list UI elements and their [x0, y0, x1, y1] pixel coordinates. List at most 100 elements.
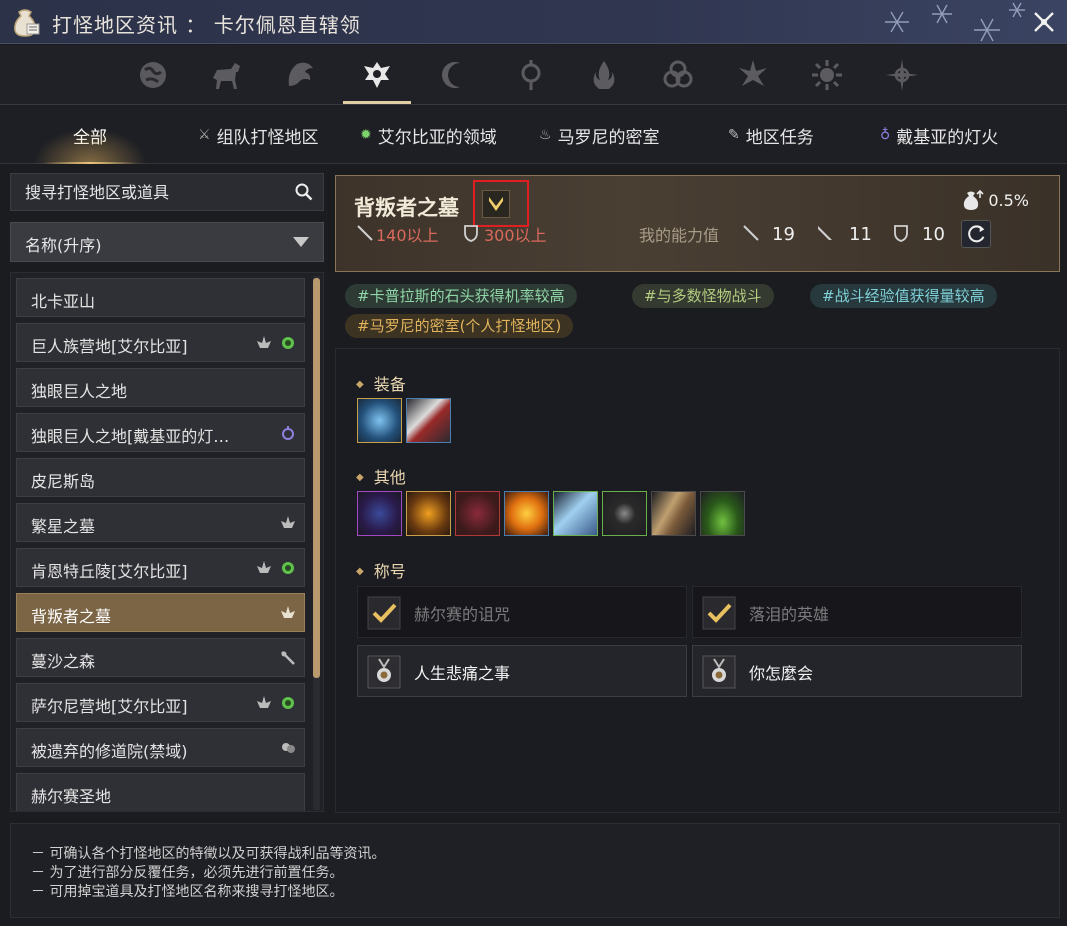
- party-icon: ⚔: [198, 127, 211, 143]
- list-item-label: 独眼巨人之地[戴基亚的灯…: [31, 427, 230, 446]
- lantern-icon: [282, 426, 294, 440]
- close-icon[interactable]: [1031, 9, 1057, 35]
- tab-label: 戴基亚的灯火: [896, 127, 999, 148]
- list-item[interactable]: 赫尔赛圣地: [16, 773, 305, 811]
- list-item[interactable]: 蔓沙之森: [16, 638, 305, 677]
- awakening-icon: [818, 226, 832, 240]
- feature-tag: #马罗尼的密室(个人打怪地区): [345, 314, 574, 338]
- list-item[interactable]: 肯恩特丘陵[艾尔比亚]: [16, 548, 305, 587]
- title-item-completed[interactable]: 赫尔赛的诅咒: [357, 586, 687, 638]
- my-ap: 19: [772, 224, 795, 245]
- item-slot[interactable]: [357, 398, 402, 443]
- item-slot[interactable]: [651, 491, 696, 536]
- feature-tag: #与多数怪物战斗: [632, 284, 774, 308]
- item-slot[interactable]: [553, 491, 598, 536]
- required-ap: 140以上: [376, 226, 439, 245]
- beast-icon[interactable]: [278, 53, 322, 97]
- marni-icon: [257, 696, 271, 708]
- elvia-icon: [282, 337, 294, 349]
- tab-party-zones[interactable]: ⚔ 组队打怪地区: [198, 106, 319, 164]
- star-icon[interactable]: [731, 53, 775, 97]
- list-item[interactable]: 萨尔尼营地[艾尔比亚]: [16, 683, 305, 722]
- search-icon[interactable]: [295, 183, 313, 201]
- tab-elvia[interactable]: ✹ 艾尔比亚的领域: [360, 106, 497, 164]
- lantern-icon: ♁: [880, 127, 891, 143]
- quest-icon: ✎: [728, 127, 740, 143]
- list-item[interactable]: 独眼巨人之地: [16, 368, 305, 407]
- list-item[interactable]: 巨人族营地[艾尔比亚]: [16, 323, 305, 362]
- crest-icon[interactable]: [343, 53, 411, 104]
- knot-icon[interactable]: [656, 53, 700, 97]
- feature-tag: #卡普拉斯的石头获得机率较高: [345, 284, 577, 308]
- highlight-box: [473, 180, 529, 227]
- list-item-label: 繁星之墓: [31, 517, 96, 536]
- tab-quests[interactable]: ✎ 地区任务: [728, 106, 814, 164]
- title-bar: 打怪地区资讯 ： 卡尔佩恩直辖领: [0, 0, 1067, 44]
- scrollbar[interactable]: [313, 276, 320, 810]
- list-item[interactable]: 繁星之墓: [16, 503, 305, 542]
- item-slot[interactable]: [455, 491, 500, 536]
- search-input[interactable]: [11, 174, 291, 210]
- sword-icon: [357, 225, 373, 241]
- marni-icon: [257, 336, 271, 348]
- tab-label: 马罗尼的密室: [557, 127, 660, 148]
- flame-icon[interactable]: [582, 53, 626, 97]
- zone-banner: 背叛者之墓 140以上 300以上 我的能力值 19 11 10 0.5%: [335, 175, 1060, 272]
- title-item[interactable]: 人生悲痛之事: [357, 645, 687, 697]
- tab-label: 地区任务: [745, 127, 814, 148]
- item-slot[interactable]: [357, 491, 402, 536]
- tab-lantern[interactable]: ♁ 戴基亚的灯火: [880, 106, 998, 164]
- refresh-icon: [968, 225, 985, 243]
- list-item-label: 巨人族营地[艾尔比亚]: [31, 337, 188, 356]
- category-icon-bar: [0, 45, 1067, 105]
- title-item[interactable]: 你怎麼会: [692, 645, 1022, 697]
- title-item-completed[interactable]: 落泪的英雄: [692, 586, 1022, 638]
- medal-icon: [702, 655, 736, 689]
- info-line: － 可确认各个打怪地区的特徵以及可获得战利品等资讯。: [31, 846, 386, 862]
- list-item[interactable]: 被遗弃的修道院(禁域): [16, 728, 305, 767]
- window-title: 打怪地区资讯 ： 卡尔佩恩直辖领: [52, 13, 361, 37]
- elvia-icon: ✹: [360, 127, 372, 143]
- item-slot[interactable]: [406, 398, 451, 443]
- item-slot[interactable]: [700, 491, 745, 536]
- checkmark-icon: [367, 596, 401, 630]
- list-item-label: 肯恩特丘陵[艾尔比亚]: [31, 562, 188, 581]
- marni-icon: [281, 516, 295, 528]
- title-name: 人生悲痛之事: [414, 664, 511, 683]
- shield-icon: [464, 225, 478, 242]
- tab-all[interactable]: 全部: [33, 106, 147, 164]
- chevron-down-icon: [293, 237, 309, 247]
- sun-icon[interactable]: [805, 53, 849, 97]
- quest-icon: [281, 651, 295, 665]
- title-name: 赫尔赛的诅咒: [414, 605, 511, 624]
- section-other: 其他: [356, 464, 406, 488]
- pouch-icon: [14, 9, 40, 37]
- item-slot[interactable]: [406, 491, 451, 536]
- info-line: － 可用掉宝道具及打怪地区名称来搜寻打怪地区。: [31, 884, 344, 900]
- list-item-selected[interactable]: 背叛者之墓: [16, 593, 305, 632]
- list-item[interactable]: 北卡亚山: [16, 278, 305, 317]
- tab-label: 组队打怪地区: [216, 127, 319, 148]
- list-item-label: 独眼巨人之地: [31, 382, 128, 401]
- list-item[interactable]: 皮尼斯岛: [16, 458, 305, 497]
- checkmark-icon: [702, 596, 736, 630]
- list-item[interactable]: 独眼巨人之地[戴基亚的灯…: [16, 413, 305, 452]
- item-slot[interactable]: [602, 491, 647, 536]
- scrollbar-thumb[interactable]: [313, 278, 320, 678]
- medal-icon: [367, 655, 401, 689]
- globe-icon[interactable]: [131, 53, 175, 97]
- horse-icon[interactable]: [204, 53, 248, 97]
- title-name: 落泪的英雄: [749, 605, 830, 624]
- refresh-button[interactable]: [961, 220, 991, 248]
- compass-icon[interactable]: [880, 53, 924, 97]
- sort-dropdown[interactable]: 名称(升序): [10, 222, 324, 262]
- moon-icon[interactable]: [433, 53, 477, 97]
- tab-label: 全部: [73, 127, 107, 148]
- feature-tag: #战斗经验值获得量较高: [810, 284, 997, 308]
- list-item-label: 北卡亚山: [31, 292, 96, 311]
- tab-marni[interactable]: ♨ 马罗尼的密室: [539, 106, 660, 164]
- sort-label: 名称(升序): [25, 236, 102, 255]
- item-slot[interactable]: [504, 491, 549, 536]
- list-item-label: 被遗弃的修道院(禁域): [31, 742, 188, 761]
- orb-icon[interactable]: [509, 53, 553, 97]
